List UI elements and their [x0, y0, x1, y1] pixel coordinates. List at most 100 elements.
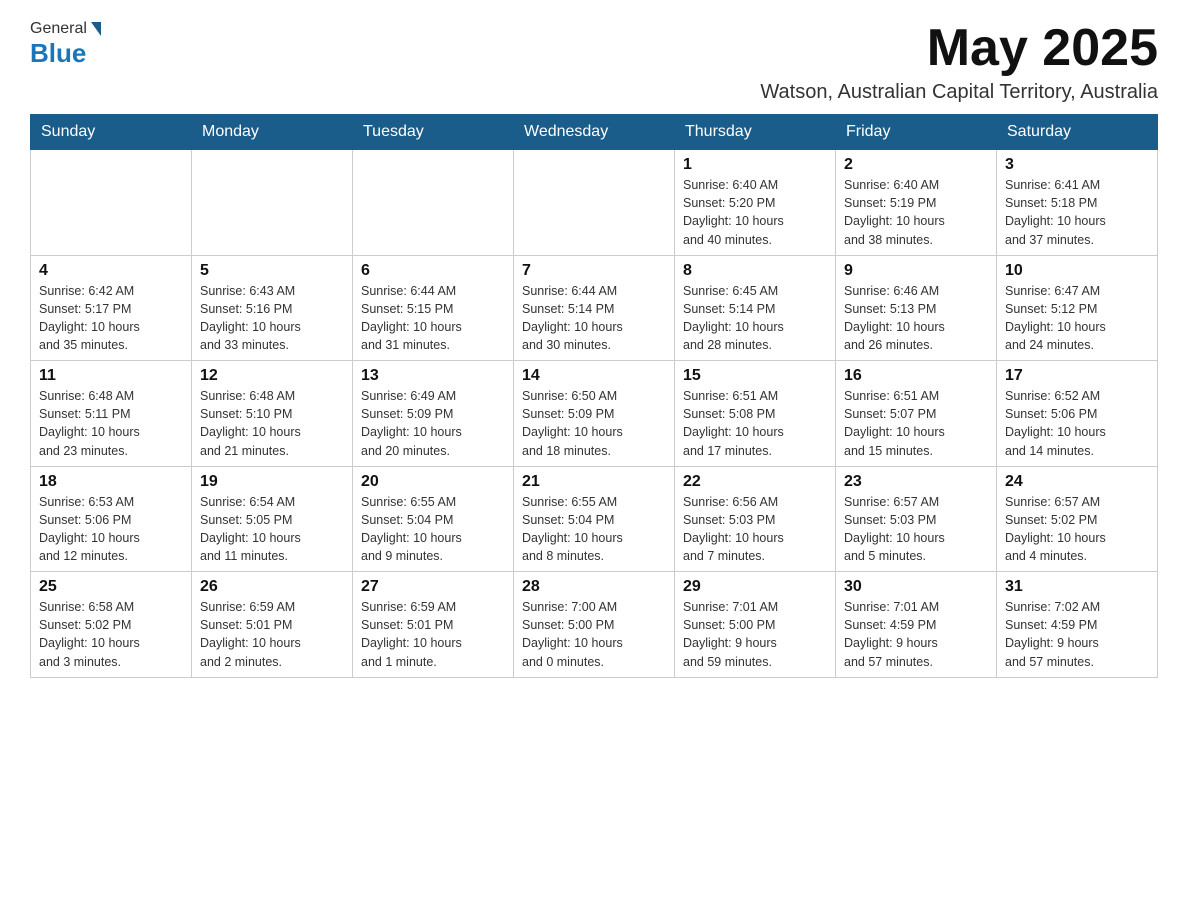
calendar-cell: 4 Sunrise: 6:42 AM Sunset: 5:17 PM Daylig… — [31, 255, 192, 361]
weekday-header-friday: Friday — [836, 115, 997, 150]
calendar-cell: 2 Sunrise: 6:40 AM Sunset: 5:19 PM Daylig… — [836, 150, 997, 256]
calendar-cell: 21 Sunrise: 6:55 AM Sunset: 5:04 PM Dayli… — [514, 466, 675, 572]
title-section: May 2025 Watson, Australian Capital Terr… — [760, 20, 1158, 104]
day-info: Sunrise: 6:59 AM Sunset: 5:01 PM Dayligh… — [200, 600, 301, 668]
day-info: Sunrise: 6:55 AM Sunset: 5:04 PM Dayligh… — [522, 495, 623, 563]
calendar-cell: 3 Sunrise: 6:41 AM Sunset: 5:18 PM Daylig… — [997, 150, 1158, 256]
day-number: 22 — [683, 473, 827, 491]
logo-general-text: General — [30, 20, 87, 38]
day-info: Sunrise: 6:57 AM Sunset: 5:03 PM Dayligh… — [844, 495, 945, 563]
day-number: 8 — [683, 262, 827, 280]
calendar-cell: 11Sunrise: 6:48 AM Sunset: 5:11 PM Dayli… — [31, 361, 192, 467]
day-number: 3 — [1005, 156, 1149, 174]
calendar-week-4: 18Sunrise: 6:53 AM Sunset: 5:06 PM Dayli… — [31, 466, 1158, 572]
day-info: Sunrise: 7:01 AM Sunset: 4:59 PM Dayligh… — [844, 600, 939, 668]
day-number: 24 — [1005, 473, 1149, 491]
day-number: 6 — [361, 262, 505, 280]
calendar-cell — [353, 150, 514, 256]
calendar-cell: 18Sunrise: 6:53 AM Sunset: 5:06 PM Dayli… — [31, 466, 192, 572]
day-number: 13 — [361, 367, 505, 385]
calendar-cell: 23 Sunrise: 6:57 AM Sunset: 5:03 PM Dayli… — [836, 466, 997, 572]
calendar-cell: 9 Sunrise: 6:46 AM Sunset: 5:13 PM Daylig… — [836, 255, 997, 361]
day-info: Sunrise: 6:42 AM Sunset: 5:17 PM Dayligh… — [39, 284, 140, 352]
day-info: Sunrise: 7:00 AM Sunset: 5:00 PM Dayligh… — [522, 600, 623, 668]
day-number: 23 — [844, 473, 988, 491]
weekday-header-saturday: Saturday — [997, 115, 1158, 150]
calendar-cell: 17 Sunrise: 6:52 AM Sunset: 5:06 PM Dayli… — [997, 361, 1158, 467]
weekday-header-wednesday: Wednesday — [514, 115, 675, 150]
page-header: General Blue May 2025 Watson, Australian… — [30, 20, 1158, 104]
day-number: 15 — [683, 367, 827, 385]
weekday-header-thursday: Thursday — [675, 115, 836, 150]
day-number: 31 — [1005, 578, 1149, 596]
day-number: 16 — [844, 367, 988, 385]
day-info: Sunrise: 6:52 AM Sunset: 5:06 PM Dayligh… — [1005, 389, 1106, 457]
day-number: 29 — [683, 578, 827, 596]
day-number: 1 — [683, 156, 827, 174]
day-info: Sunrise: 6:54 AM Sunset: 5:05 PM Dayligh… — [200, 495, 301, 563]
calendar-table: SundayMondayTuesdayWednesdayThursdayFrid… — [30, 114, 1158, 678]
day-info: Sunrise: 6:51 AM Sunset: 5:07 PM Dayligh… — [844, 389, 945, 457]
day-number: 12 — [200, 367, 344, 385]
day-info: Sunrise: 6:53 AM Sunset: 5:06 PM Dayligh… — [39, 495, 140, 563]
day-info: Sunrise: 6:57 AM Sunset: 5:02 PM Dayligh… — [1005, 495, 1106, 563]
day-info: Sunrise: 6:40 AM Sunset: 5:19 PM Dayligh… — [844, 178, 945, 246]
calendar-cell: 31 Sunrise: 7:02 AM Sunset: 4:59 PM Dayli… — [997, 572, 1158, 678]
calendar-cell: 30 Sunrise: 7:01 AM Sunset: 4:59 PM Dayli… — [836, 572, 997, 678]
day-number: 17 — [1005, 367, 1149, 385]
day-info: Sunrise: 6:59 AM Sunset: 5:01 PM Dayligh… — [361, 600, 462, 668]
calendar-cell: 8 Sunrise: 6:45 AM Sunset: 5:14 PM Daylig… — [675, 255, 836, 361]
calendar-cell: 14 Sunrise: 6:50 AM Sunset: 5:09 PM Dayli… — [514, 361, 675, 467]
day-info: Sunrise: 6:50 AM Sunset: 5:09 PM Dayligh… — [522, 389, 623, 457]
calendar-cell: 29 Sunrise: 7:01 AM Sunset: 5:00 PM Dayli… — [675, 572, 836, 678]
weekday-header-sunday: Sunday — [31, 115, 192, 150]
day-number: 14 — [522, 367, 666, 385]
month-title: May 2025 — [760, 20, 1158, 77]
day-info: Sunrise: 7:01 AM Sunset: 5:00 PM Dayligh… — [683, 600, 778, 668]
calendar-week-2: 4 Sunrise: 6:42 AM Sunset: 5:17 PM Daylig… — [31, 255, 1158, 361]
day-number: 25 — [39, 578, 183, 596]
day-info: Sunrise: 7:02 AM Sunset: 4:59 PM Dayligh… — [1005, 600, 1100, 668]
day-number: 7 — [522, 262, 666, 280]
day-info: Sunrise: 6:47 AM Sunset: 5:12 PM Dayligh… — [1005, 284, 1106, 352]
day-number: 30 — [844, 578, 988, 596]
day-number: 10 — [1005, 262, 1149, 280]
day-number: 4 — [39, 262, 183, 280]
day-number: 5 — [200, 262, 344, 280]
day-info: Sunrise: 6:46 AM Sunset: 5:13 PM Dayligh… — [844, 284, 945, 352]
logo: General Blue — [30, 20, 103, 69]
calendar-cell: 20Sunrise: 6:55 AM Sunset: 5:04 PM Dayli… — [353, 466, 514, 572]
day-info: Sunrise: 6:51 AM Sunset: 5:08 PM Dayligh… — [683, 389, 784, 457]
calendar-week-5: 25 Sunrise: 6:58 AM Sunset: 5:02 PM Dayli… — [31, 572, 1158, 678]
calendar-cell: 22Sunrise: 6:56 AM Sunset: 5:03 PM Dayli… — [675, 466, 836, 572]
day-number: 2 — [844, 156, 988, 174]
calendar-cell — [192, 150, 353, 256]
calendar-cell: 1Sunrise: 6:40 AM Sunset: 5:20 PM Daylig… — [675, 150, 836, 256]
day-info: Sunrise: 6:41 AM Sunset: 5:18 PM Dayligh… — [1005, 178, 1106, 246]
calendar-cell: 15 Sunrise: 6:51 AM Sunset: 5:08 PM Dayli… — [675, 361, 836, 467]
weekday-header-tuesday: Tuesday — [353, 115, 514, 150]
calendar-cell: 27Sunrise: 6:59 AM Sunset: 5:01 PM Dayli… — [353, 572, 514, 678]
calendar-header: SundayMondayTuesdayWednesdayThursdayFrid… — [31, 115, 1158, 150]
day-number: 9 — [844, 262, 988, 280]
calendar-cell: 5 Sunrise: 6:43 AM Sunset: 5:16 PM Daylig… — [192, 255, 353, 361]
calendar-cell: 16 Sunrise: 6:51 AM Sunset: 5:07 PM Dayli… — [836, 361, 997, 467]
day-number: 21 — [522, 473, 666, 491]
calendar-cell: 28Sunrise: 7:00 AM Sunset: 5:00 PM Dayli… — [514, 572, 675, 678]
calendar-cell: 7Sunrise: 6:44 AM Sunset: 5:14 PM Daylig… — [514, 255, 675, 361]
calendar-week-3: 11Sunrise: 6:48 AM Sunset: 5:11 PM Dayli… — [31, 361, 1158, 467]
calendar-cell: 10 Sunrise: 6:47 AM Sunset: 5:12 PM Dayli… — [997, 255, 1158, 361]
day-number: 19 — [200, 473, 344, 491]
calendar-cell: 6 Sunrise: 6:44 AM Sunset: 5:15 PM Daylig… — [353, 255, 514, 361]
location-title: Watson, Australian Capital Territory, Au… — [760, 81, 1158, 104]
day-info: Sunrise: 6:58 AM Sunset: 5:02 PM Dayligh… — [39, 600, 140, 668]
calendar-cell: 19 Sunrise: 6:54 AM Sunset: 5:05 PM Dayli… — [192, 466, 353, 572]
day-info: Sunrise: 6:44 AM Sunset: 5:15 PM Dayligh… — [361, 284, 462, 352]
day-number: 20 — [361, 473, 505, 491]
day-info: Sunrise: 6:43 AM Sunset: 5:16 PM Dayligh… — [200, 284, 301, 352]
day-info: Sunrise: 6:48 AM Sunset: 5:10 PM Dayligh… — [200, 389, 301, 457]
day-info: Sunrise: 6:45 AM Sunset: 5:14 PM Dayligh… — [683, 284, 784, 352]
day-info: Sunrise: 6:48 AM Sunset: 5:11 PM Dayligh… — [39, 389, 140, 457]
calendar-cell — [31, 150, 192, 256]
logo-blue-text: Blue — [30, 38, 86, 69]
